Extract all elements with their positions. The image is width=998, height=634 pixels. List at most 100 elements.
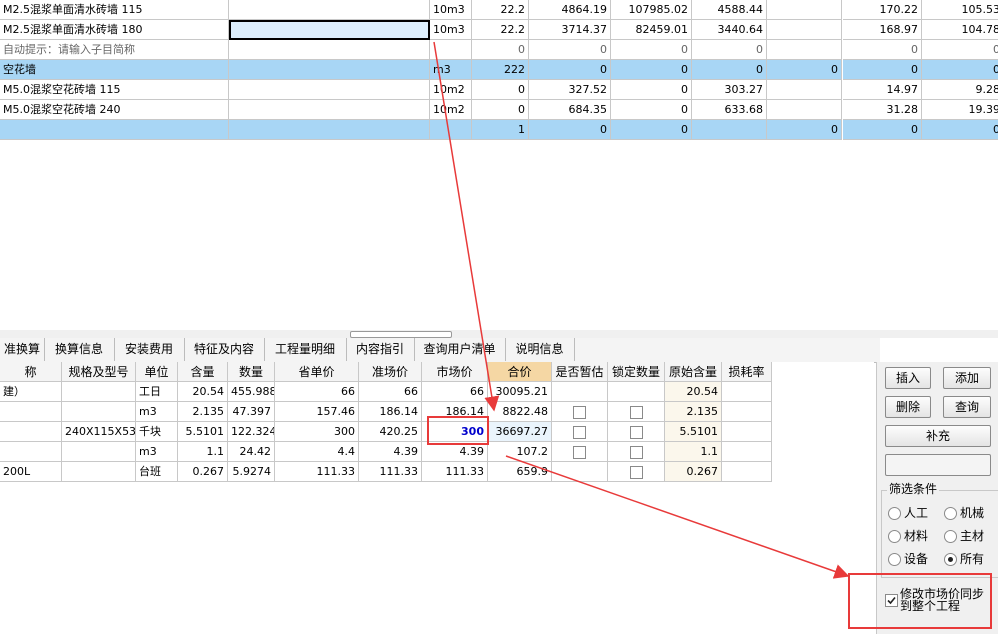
- top-grid-cell-c7[interactable]: 0: [922, 120, 998, 140]
- top-grid-cell-qty[interactable]: 22.2: [472, 0, 529, 20]
- top-grid-cell-c4[interactable]: 0: [767, 60, 842, 80]
- tab-3[interactable]: 特征及内容: [184, 338, 265, 361]
- resource-cell-total[interactable]: 30095.21: [488, 382, 552, 402]
- top-grid-row[interactable]: M2.5混浆单面清水砖墙 115 10m3 22.2 4864.19 107985.02…: [0, 0, 998, 20]
- checkbox-cell-est[interactable]: [552, 382, 608, 402]
- top-grid-cell-c4[interactable]: [767, 40, 842, 60]
- resource-cell-base[interactable]: 420.25: [359, 422, 422, 442]
- column-header-orig[interactable]: 原始含量: [665, 362, 722, 382]
- top-grid-cell-qty[interactable]: 22.2: [472, 20, 529, 40]
- checkbox-icon[interactable]: [629, 405, 643, 419]
- resource-cell-total[interactable]: 36697.27: [488, 422, 552, 442]
- top-grid-row[interactable]: M5.0混浆空花砖墙 240 10m2 0 684.35 0 633.68 31.28 19.…: [0, 100, 998, 120]
- resource-cell-content[interactable]: 1.1: [178, 442, 228, 462]
- top-grid-cell-c2[interactable]: 82459.01: [611, 20, 692, 40]
- resource-cell-content[interactable]: 20.54: [178, 382, 228, 402]
- top-grid-cell-c7[interactable]: 105.53: [922, 0, 998, 20]
- top-grid-cell-unit[interactable]: [430, 40, 472, 60]
- top-grid-cell-desc[interactable]: [229, 80, 430, 100]
- top-grid-cell-name[interactable]: 自动提示：请输入子目简称: [0, 40, 229, 60]
- column-header-total[interactable]: 合价: [488, 362, 552, 382]
- resource-cell-spec[interactable]: 240X115X53: [62, 422, 136, 442]
- top-grid-cell-c4[interactable]: [767, 0, 842, 20]
- resource-cell-orig[interactable]: 20.54: [665, 382, 722, 402]
- resource-cell-qty[interactable]: 122.324: [228, 422, 275, 442]
- radio-labor[interactable]: 人工: [888, 505, 928, 521]
- resource-cell-base[interactable]: 4.39: [359, 442, 422, 462]
- blank-field[interactable]: [885, 454, 991, 476]
- tab-1[interactable]: 换算信息: [44, 338, 115, 361]
- resource-cell-base[interactable]: 111.33: [359, 462, 422, 482]
- resource-row[interactable]: 200L 台班 0.267 5.9274 111.33 111.33 111.33 659.9…: [0, 462, 772, 482]
- top-grid-cell-c1[interactable]: 0: [529, 40, 611, 60]
- column-header-loss[interactable]: 损耗率: [722, 362, 772, 382]
- checkbox-cell-est[interactable]: [552, 462, 608, 482]
- resource-row[interactable]: 240X115X53 千块 5.5101 122.324 300 420.25 300 366…: [0, 422, 772, 442]
- top-grid-cell-unit[interactable]: 10m2: [430, 80, 472, 100]
- checkbox-cell-est[interactable]: [552, 422, 608, 442]
- resource-cell-base[interactable]: 186.14: [359, 402, 422, 422]
- column-header-market[interactable]: 市场价: [422, 362, 488, 382]
- top-grid-cell-qty[interactable]: 0: [472, 40, 529, 60]
- radio-all[interactable]: 所有: [944, 551, 984, 567]
- resource-cell-unit[interactable]: 千块: [136, 422, 178, 442]
- top-grid-cell-c7[interactable]: 0: [922, 60, 998, 80]
- checkbox-cell-est[interactable]: [552, 442, 608, 462]
- column-header-qty[interactable]: 数量: [228, 362, 275, 382]
- resource-cell-loss[interactable]: [722, 382, 772, 402]
- resource-cell-loss[interactable]: [722, 422, 772, 442]
- top-grid-cell-c6[interactable]: 14.97: [843, 80, 922, 100]
- tab-2[interactable]: 安装费用: [114, 338, 185, 361]
- top-grid-cell-desc[interactable]: [229, 0, 430, 20]
- column-header-content[interactable]: 含量: [178, 362, 228, 382]
- tab-5[interactable]: 内容指引: [346, 338, 415, 361]
- resource-cell-loss[interactable]: [722, 442, 772, 462]
- resource-row[interactable]: m3 1.1 24.42 4.4 4.39 4.39 107.2 1.1: [0, 442, 772, 462]
- checkbox-cell-lock[interactable]: [608, 462, 665, 482]
- radio-equipment[interactable]: 设备: [888, 551, 928, 567]
- resource-cell-loss[interactable]: [722, 462, 772, 482]
- top-grid-cell-qty[interactable]: 222: [472, 60, 529, 80]
- top-grid-cell-c1[interactable]: 327.52: [529, 80, 611, 100]
- resource-cell-name[interactable]: [0, 422, 62, 442]
- resource-cell-spec[interactable]: [62, 462, 136, 482]
- top-grid-cell-c2[interactable]: 0: [611, 100, 692, 120]
- checkbox-icon[interactable]: [629, 425, 643, 439]
- resource-cell-total[interactable]: 107.2: [488, 442, 552, 462]
- top-grid-cell-desc[interactable]: [229, 120, 430, 140]
- resource-cell-qty[interactable]: 5.9274: [228, 462, 275, 482]
- tab-4[interactable]: 工程量明细: [264, 338, 347, 361]
- top-grid-cell-c7[interactable]: 9.28: [922, 80, 998, 100]
- resource-cell-qty[interactable]: 24.42: [228, 442, 275, 462]
- top-grid-cell-name[interactable]: M5.0混浆空花砖墙 240: [0, 100, 229, 120]
- top-grid-cell-desc[interactable]: [229, 40, 430, 60]
- supplement-button[interactable]: 补充: [885, 425, 991, 447]
- checkbox-icon[interactable]: [573, 405, 586, 419]
- top-grid-cell-name[interactable]: 空花墙: [0, 60, 229, 80]
- top-grid-cell-unit[interactable]: 10m3: [430, 0, 472, 20]
- resource-cell-name[interactable]: 200L: [0, 462, 62, 482]
- top-grid-cell-desc[interactable]: [229, 60, 430, 80]
- top-grid-cell-unit[interactable]: m3: [430, 60, 472, 80]
- resource-cell-market[interactable]: 111.33: [422, 462, 488, 482]
- add-button[interactable]: 添加: [943, 367, 991, 389]
- resource-cell-name[interactable]: [0, 402, 62, 422]
- resource-cell-orig[interactable]: 1.1: [665, 442, 722, 462]
- resource-cell-total[interactable]: 659.9: [488, 462, 552, 482]
- resource-cell-spec[interactable]: [62, 402, 136, 422]
- resource-cell-spec[interactable]: [62, 382, 136, 402]
- resource-cell-total[interactable]: 8822.48: [488, 402, 552, 422]
- top-grid-cell-c6[interactable]: 0: [843, 120, 922, 140]
- resource-cell-market[interactable]: 66: [422, 382, 488, 402]
- resource-cell-name[interactable]: [0, 442, 62, 462]
- radio-material[interactable]: 材料: [888, 528, 928, 544]
- resource-cell-unit[interactable]: m3: [136, 442, 178, 462]
- resource-cell-name[interactable]: 建）: [0, 382, 62, 402]
- top-grid-cell-c4[interactable]: [767, 80, 842, 100]
- checkbox-cell-lock[interactable]: [608, 382, 665, 402]
- top-grid-cell-c1[interactable]: 4864.19: [529, 0, 611, 20]
- resource-cell-unit[interactable]: 工日: [136, 382, 178, 402]
- top-grid-row[interactable]: 100000: [0, 120, 998, 140]
- top-grid-cell-c7[interactable]: 19.39: [922, 100, 998, 120]
- top-grid-cell-c3[interactable]: 303.27: [692, 80, 767, 100]
